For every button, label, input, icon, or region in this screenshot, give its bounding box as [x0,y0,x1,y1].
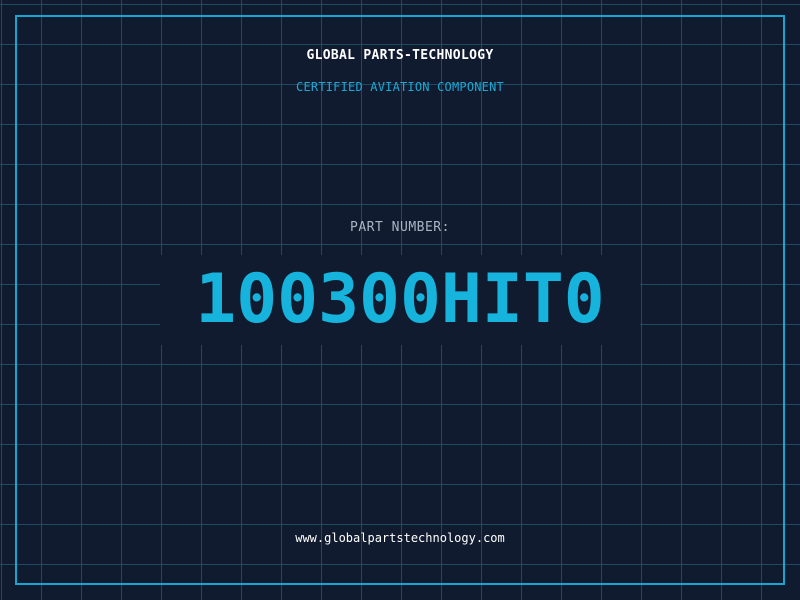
company-name: GLOBAL PARTS-TECHNOLOGY [306,48,494,63]
website-url: www.globalpartstechnology.com [295,531,505,545]
part-number-label: PART NUMBER: [350,220,450,235]
part-number-value: 100300HIT0 [195,260,605,339]
certification-subtitle: CERTIFIED AVIATION COMPONENT [296,80,504,94]
certificate-page: GLOBAL PARTS-TECHNOLOGY CERTIFIED AVIATI… [0,0,800,600]
